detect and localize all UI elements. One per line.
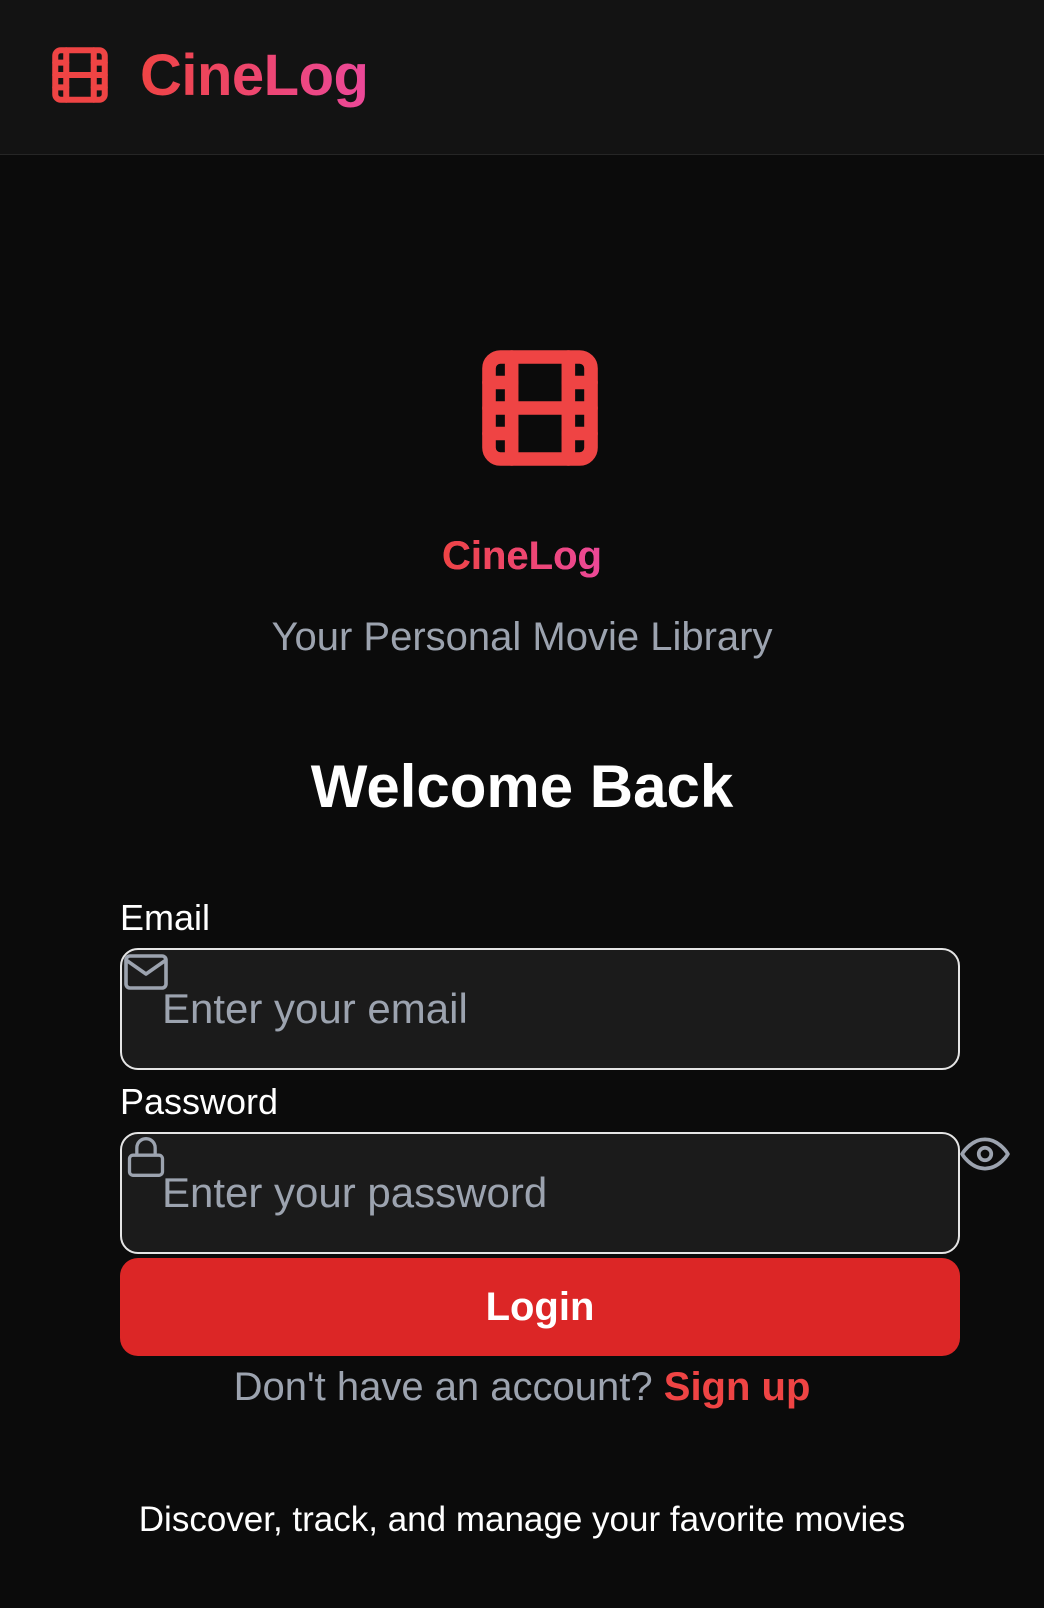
signup-link[interactable]: Sign up [664,1365,811,1409]
password-field-container [120,1132,960,1254]
email-input[interactable] [162,950,942,1068]
app-brand-name[interactable]: CineLog [140,40,369,112]
password-label: Password [120,1081,279,1122]
film-icon [52,47,108,103]
email-field-container [120,948,960,1070]
hero-brand-name: CineLog [0,530,1044,582]
login-button[interactable]: Login [120,1258,960,1356]
signup-prompt-text: Don't have an account? [233,1365,653,1409]
app-header: CineLog [0,0,1044,155]
film-icon [482,350,598,466]
email-label: Email [120,897,211,938]
footer-tagline: Discover, track, and manage your favorit… [138,1500,906,1539]
page-title: Welcome Back [310,753,734,820]
eye-icon[interactable] [960,1134,1010,1174]
password-input[interactable] [162,1134,942,1252]
signup-prompt: Don't have an account? Sign up [0,1362,1044,1412]
tagline: Your Personal Movie Library [271,615,773,659]
